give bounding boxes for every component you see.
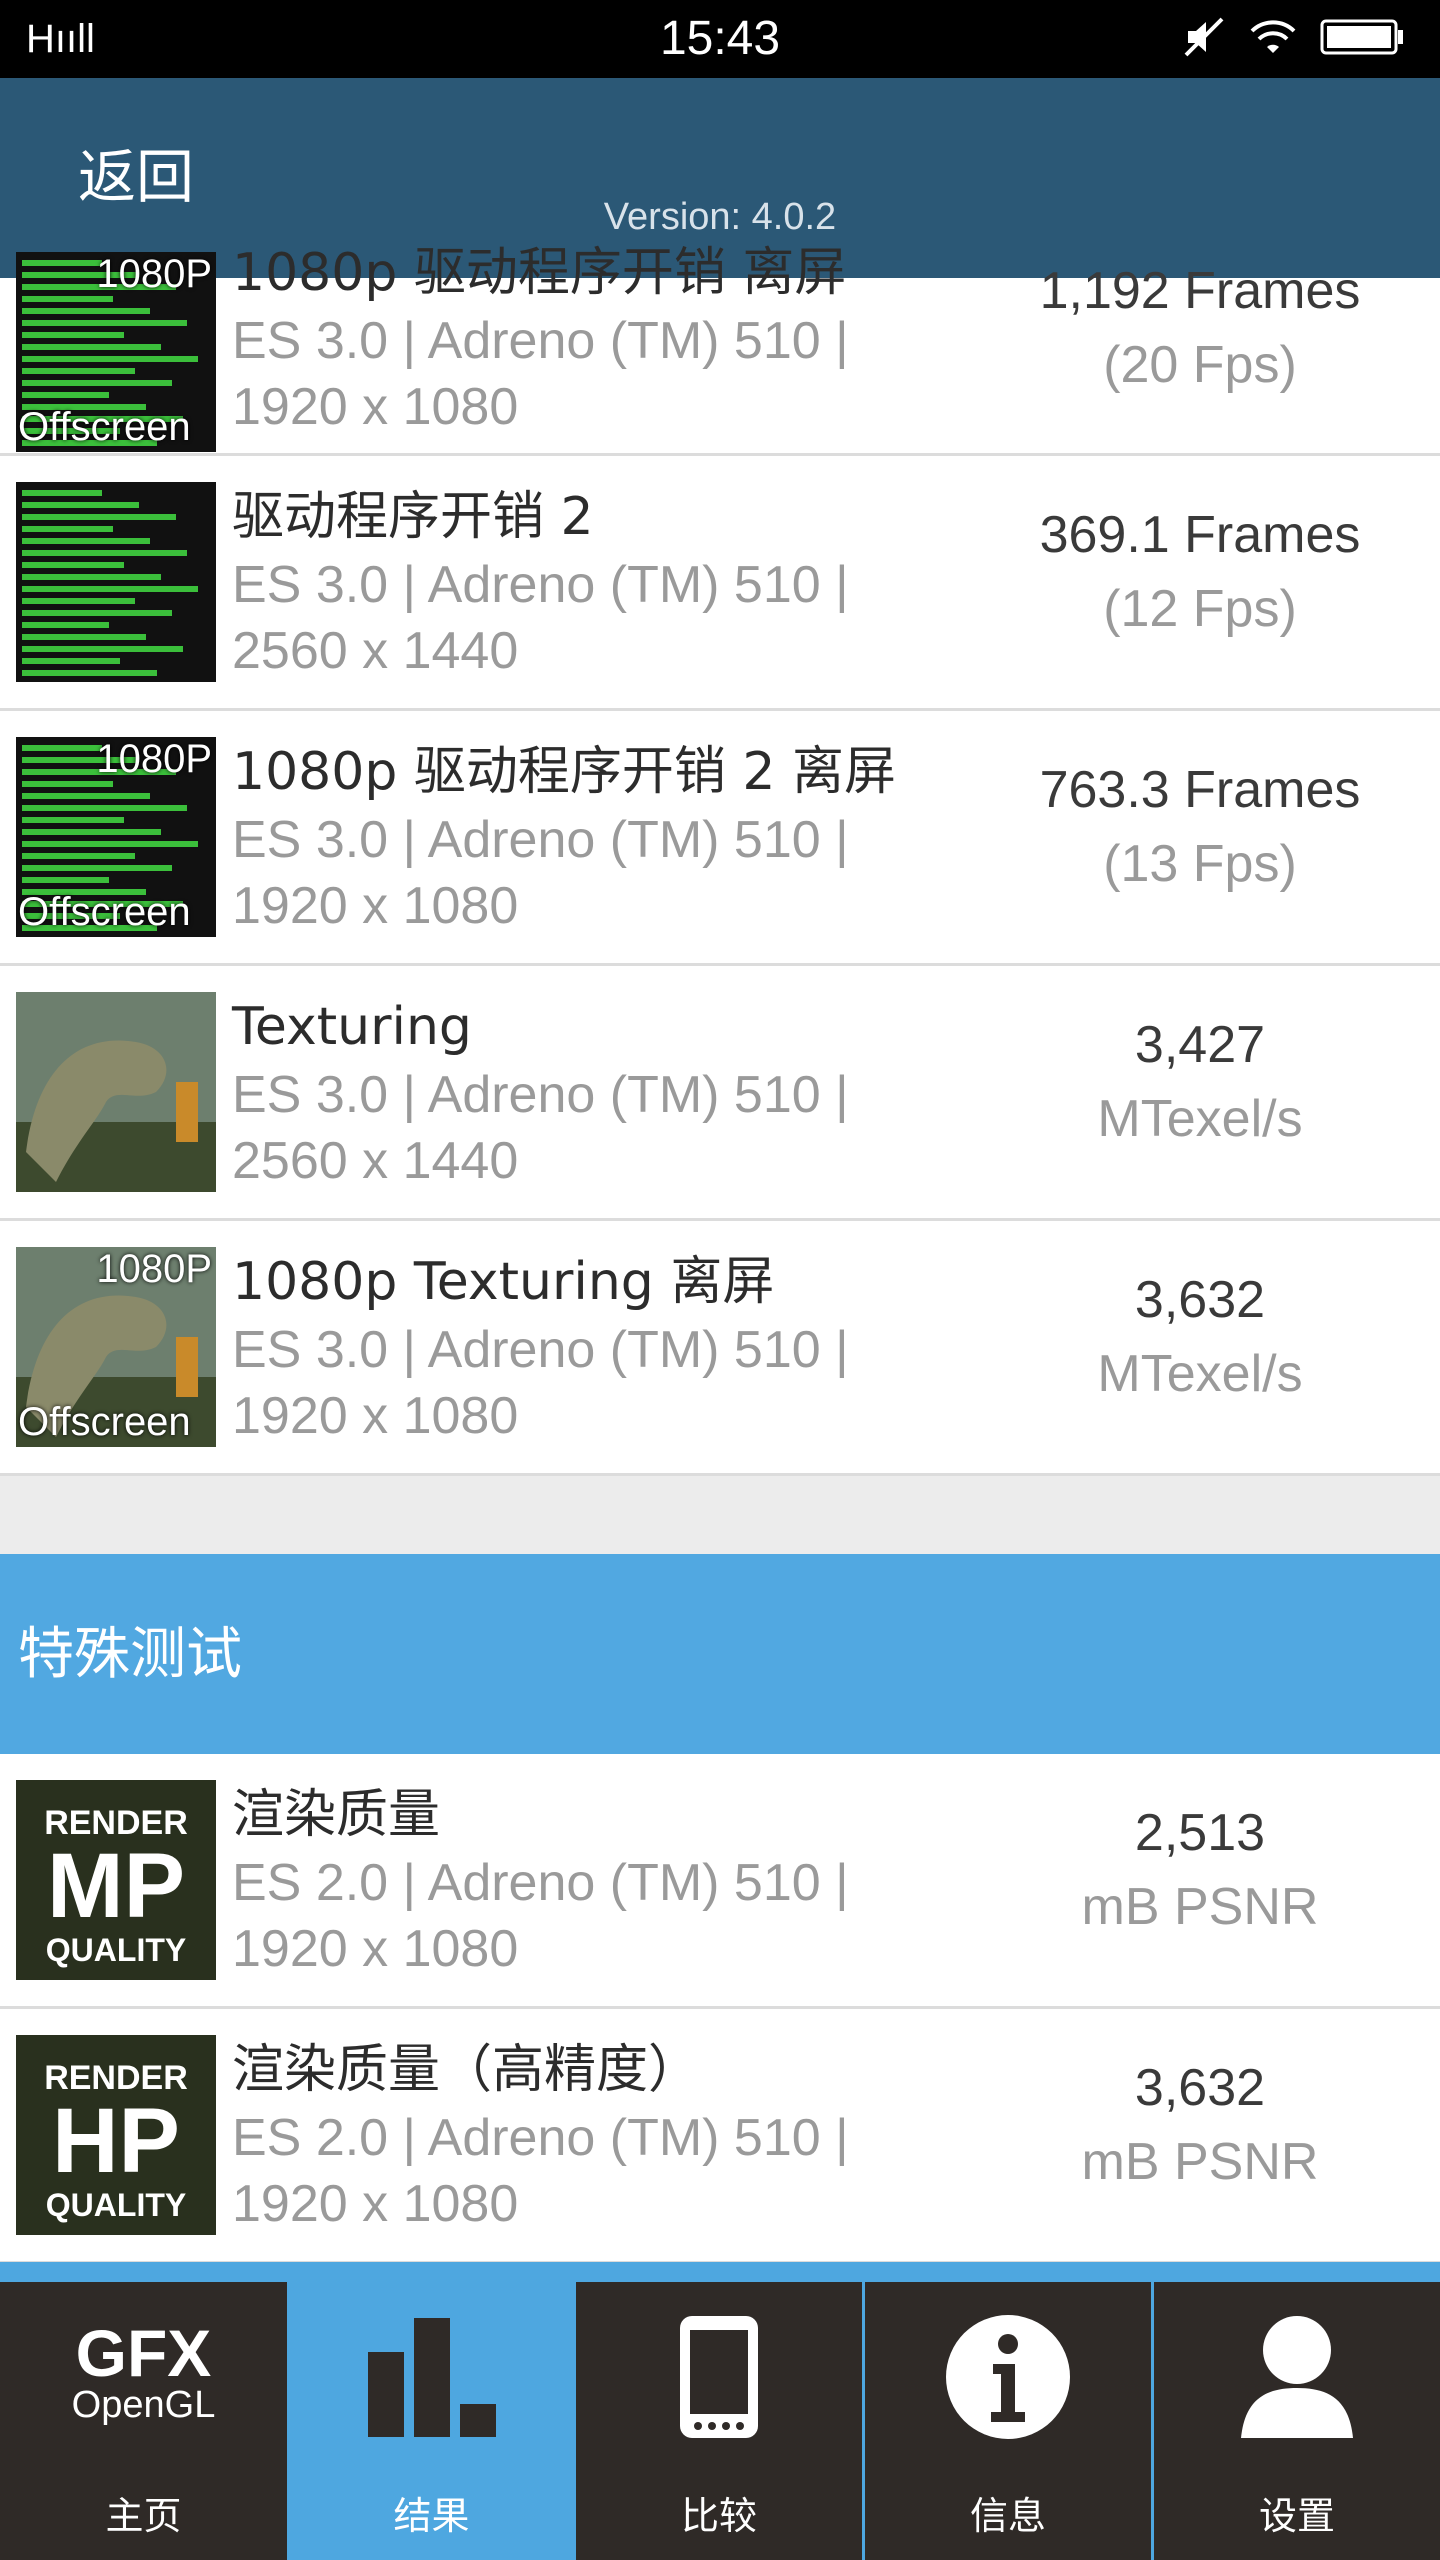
benchmark-resolution: 1920 x 1080 <box>232 378 519 436</box>
benchmark-api: ES 3.0 | Adreno (TM) 510 | <box>232 1321 849 1379</box>
benchmark-thumbnail: 1080P Offscreen <box>16 252 216 452</box>
thumb-1080p-label: 1080P <box>96 1247 212 1291</box>
results-list: 1080P Offscreen 1080p 驱动程序开销 离屏 ES 3.0 | Ad… <box>0 243 1440 2264</box>
benchmark-resolution: 1920 x 1080 <box>232 1387 519 1445</box>
benchmark-row[interactable]: Texturing ES 3.0 | Adreno (TM) 510 | 2560 … <box>0 966 1440 1221</box>
nav-info[interactable]: 信息 <box>865 2282 1151 2560</box>
user-icon <box>1154 2312 1440 2442</box>
nav-label: 信息 <box>969 2494 1046 2538</box>
thumb-quality-label: QUALITY <box>45 1932 187 1968</box>
benchmark-resolution: 1920 x 1080 <box>232 2175 519 2233</box>
section-title: 特殊测试 <box>18 1622 242 1687</box>
benchmark-score: 2,513 <box>1134 1804 1266 1862</box>
thumb-mode-label: MP <box>47 1835 185 1937</box>
benchmark-api: ES 3.0 | Adreno (TM) 510 | <box>232 556 849 614</box>
benchmark-name: 渲染质量（高精度） <box>232 2040 701 2100</box>
benchmark-name: 1080p 驱动程序开销 离屏 <box>232 243 847 303</box>
benchmark-resolution: 1920 x 1080 <box>232 1920 519 1978</box>
benchmark-name: 1080p 驱动程序开销 2 离屏 <box>232 742 897 802</box>
mute-icon <box>1182 17 1226 61</box>
benchmark-score: 369.1 Frames <box>1039 506 1361 564</box>
benchmark-api: ES 2.0 | Adreno (TM) 510 | <box>232 1854 849 1912</box>
benchmark-unit: (20 Fps) <box>1103 336 1297 394</box>
benchmark-unit: mB PSNR <box>1081 2133 1319 2191</box>
benchmark-name: 驱动程序开销 2 <box>232 487 594 547</box>
nav-results[interactable]: 结果 <box>290 2282 573 2560</box>
benchmark-api: ES 3.0 | Adreno (TM) 510 | <box>232 312 849 370</box>
benchmark-row[interactable]: 1080P Offscreen 1080p 驱动程序开销 离屏 ES 3.0 | Ad… <box>0 243 1440 456</box>
benchmark-row[interactable]: RENDER MP QUALITY 渲染质量 ES 2.0 | Adreno (TM) … <box>0 1754 1440 2009</box>
nav-label: 比较 <box>680 2494 757 2538</box>
nav-label: 结果 <box>393 2494 470 2538</box>
thumb-1080p-label: 1080P <box>96 252 212 296</box>
benchmark-name: 1080p Texturing 离屏 <box>232 1252 775 1312</box>
benchmark-score: 3,427 <box>1134 1016 1266 1074</box>
benchmark-thumbnail: RENDER MP QUALITY <box>16 1780 216 1980</box>
status-bar: Hııll 15:43 <box>0 0 1440 78</box>
benchmark-unit: MTexel/s <box>1097 1345 1303 1403</box>
benchmark-unit: (13 Fps) <box>1103 835 1297 893</box>
benchmark-api: ES 3.0 | Adreno (TM) 510 | <box>232 811 849 869</box>
nav-label: 设置 <box>1258 2494 1335 2538</box>
info-icon <box>865 2312 1151 2442</box>
nav-home[interactable]: GFX OpenGL 主页 <box>0 2282 287 2560</box>
benchmark-row[interactable]: 驱动程序开销 2 ES 3.0 | Adreno (TM) 510 | 2560 x… <box>0 456 1440 711</box>
nav-label: 主页 <box>105 2494 182 2538</box>
bar-chart-icon <box>290 2312 573 2442</box>
benchmark-thumbnail <box>16 992 216 1192</box>
phone-icon <box>576 2312 862 2442</box>
benchmark-resolution: 1920 x 1080 <box>232 877 519 935</box>
benchmark-unit: MTexel/s <box>1097 1090 1303 1148</box>
benchmark-row[interactable]: 1080P Offscreen 1080p 驱动程序开销 2 离屏 ES 3.0 | … <box>0 711 1440 966</box>
benchmark-thumbnail: 1080P Offscreen <box>16 737 216 937</box>
benchmark-resolution: 2560 x 1440 <box>232 622 519 680</box>
section-gap <box>0 1476 1440 1554</box>
benchmark-name: 渲染质量 <box>232 1785 441 1845</box>
status-icons <box>1182 16 1404 62</box>
wifi-icon <box>1248 17 1298 61</box>
section-header: 特殊测试 <box>0 1554 1440 1754</box>
benchmark-score: 1,192 Frames <box>1039 262 1361 320</box>
benchmark-thumbnail: 1080P Offscreen <box>16 1247 216 1447</box>
battery-icon <box>1320 17 1404 61</box>
nav-settings[interactable]: 设置 <box>1154 2282 1440 2560</box>
benchmark-thumbnail: RENDER HP QUALITY <box>16 2035 216 2235</box>
benchmark-unit: mB PSNR <box>1081 1878 1319 1936</box>
benchmark-resolution: 2560 x 1440 <box>232 1132 519 1190</box>
bottom-nav: GFX OpenGL 主页 结果 比较 信息 设置 <box>0 2262 1440 2560</box>
thumb-offscreen-label: Offscreen <box>18 890 191 934</box>
benchmark-score: 763.3 Frames <box>1039 761 1361 819</box>
benchmark-api: ES 2.0 | Adreno (TM) 510 | <box>232 2109 849 2167</box>
thumb-quality-label: QUALITY <box>45 2187 187 2223</box>
benchmark-thumbnail <box>16 482 216 682</box>
version-label: Version: 4.0.2 <box>603 196 837 238</box>
benchmark-row[interactable]: RENDER HP QUALITY 渲染质量（高精度） ES 2.0 | Adreno … <box>0 2009 1440 2264</box>
benchmark-score: 3,632 <box>1134 1271 1266 1329</box>
thumb-1080p-label: 1080P <box>96 737 212 781</box>
benchmark-name: Texturing <box>232 997 472 1057</box>
thumb-mode-label: HP <box>52 2090 180 2192</box>
nav-compare[interactable]: 比较 <box>576 2282 862 2560</box>
benchmark-row[interactable]: 1080P Offscreen 1080p Texturing 离屏 ES 3.0 |… <box>0 1221 1440 1476</box>
benchmark-score: 3,632 <box>1134 2059 1266 2117</box>
gfx-logo-icon: GFX OpenGL <box>71 2316 216 2426</box>
thumb-offscreen-label: Offscreen <box>18 405 191 449</box>
thumb-offscreen-label: Offscreen <box>18 1400 191 1444</box>
benchmark-api: ES 3.0 | Adreno (TM) 510 | <box>232 1066 849 1124</box>
benchmark-unit: (12 Fps) <box>1103 580 1297 638</box>
